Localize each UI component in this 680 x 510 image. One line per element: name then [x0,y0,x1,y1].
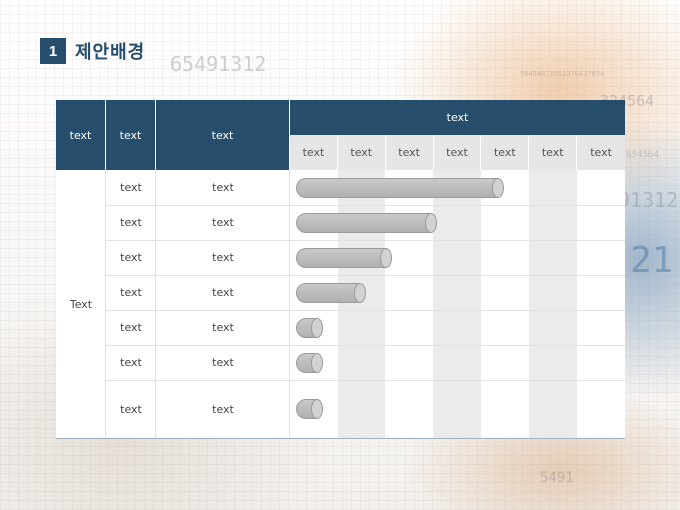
row-3-col-2: text [120,251,142,264]
row-2-progress-bar [296,212,438,233]
row-4-col-3: text [212,286,234,299]
progress-bar-cap [310,352,323,373]
section-number-badge: 1 [40,38,66,64]
row-5-col-2: text [120,321,142,334]
row-6-progress-bar [296,352,323,373]
background-digits-decor: 21 [630,240,674,281]
row-6-col-2: text [120,356,142,369]
header-timeline-col-3: text [385,135,434,170]
progress-bar-cap [425,212,438,233]
header-timeline-col-4: text [433,135,482,170]
header-col-3: text [156,100,290,170]
row-6-col-3: text [212,356,234,369]
row-1-col-2: text [120,181,142,194]
row-7-col-3: text [212,402,234,416]
header-timeline-col-5: text [481,135,530,170]
row-5-col-3: text [212,321,234,334]
row-5-progress-bar [296,317,323,338]
row-1-progress-bar [296,177,505,198]
header-col-1: text [56,100,106,170]
row-4-col-2: text [120,286,142,299]
progress-bar-cap [310,317,323,338]
background-digits-decor: 56454871951376437654 [520,70,605,78]
timeline-column-stripe [433,170,481,438]
row-3-progress-bar [296,247,392,268]
timeline-column-stripe [338,170,385,438]
section-heading: 1 제안배경 [40,38,145,64]
row-3-col-3: text [212,251,234,264]
row-4-progress-bar [296,282,366,303]
row-7-col-2: text [120,402,142,416]
background-digits-decor: 5491 [540,470,574,486]
background-digits-decor: 65491312 [170,52,267,76]
progress-bar-cap [353,282,366,303]
header-col-2: text [106,100,156,170]
row-2-col-3: text [212,216,234,229]
header-timeline-col-2: text [337,135,386,170]
row-1-col-3: text [212,181,234,194]
progress-bar-cap [379,247,392,268]
section-title: 제안배경 [75,42,146,63]
header-timeline-group: text [290,100,625,135]
header-timeline-col-7: text [577,135,625,170]
merged-row-label: Text [69,297,93,311]
timeline-column-stripe [529,170,577,438]
progress-bar-cap [310,399,323,419]
background-digits-decor: 91312 [618,188,679,212]
row-2-col-2: text [120,216,142,229]
row-7-progress-bar [296,399,323,419]
header-timeline-col-1: text [290,135,338,170]
progress-bar-cap [492,177,505,198]
header-timeline-col-6: text [529,135,578,170]
schedule-table: text text text text text text text text text… [56,100,625,439]
